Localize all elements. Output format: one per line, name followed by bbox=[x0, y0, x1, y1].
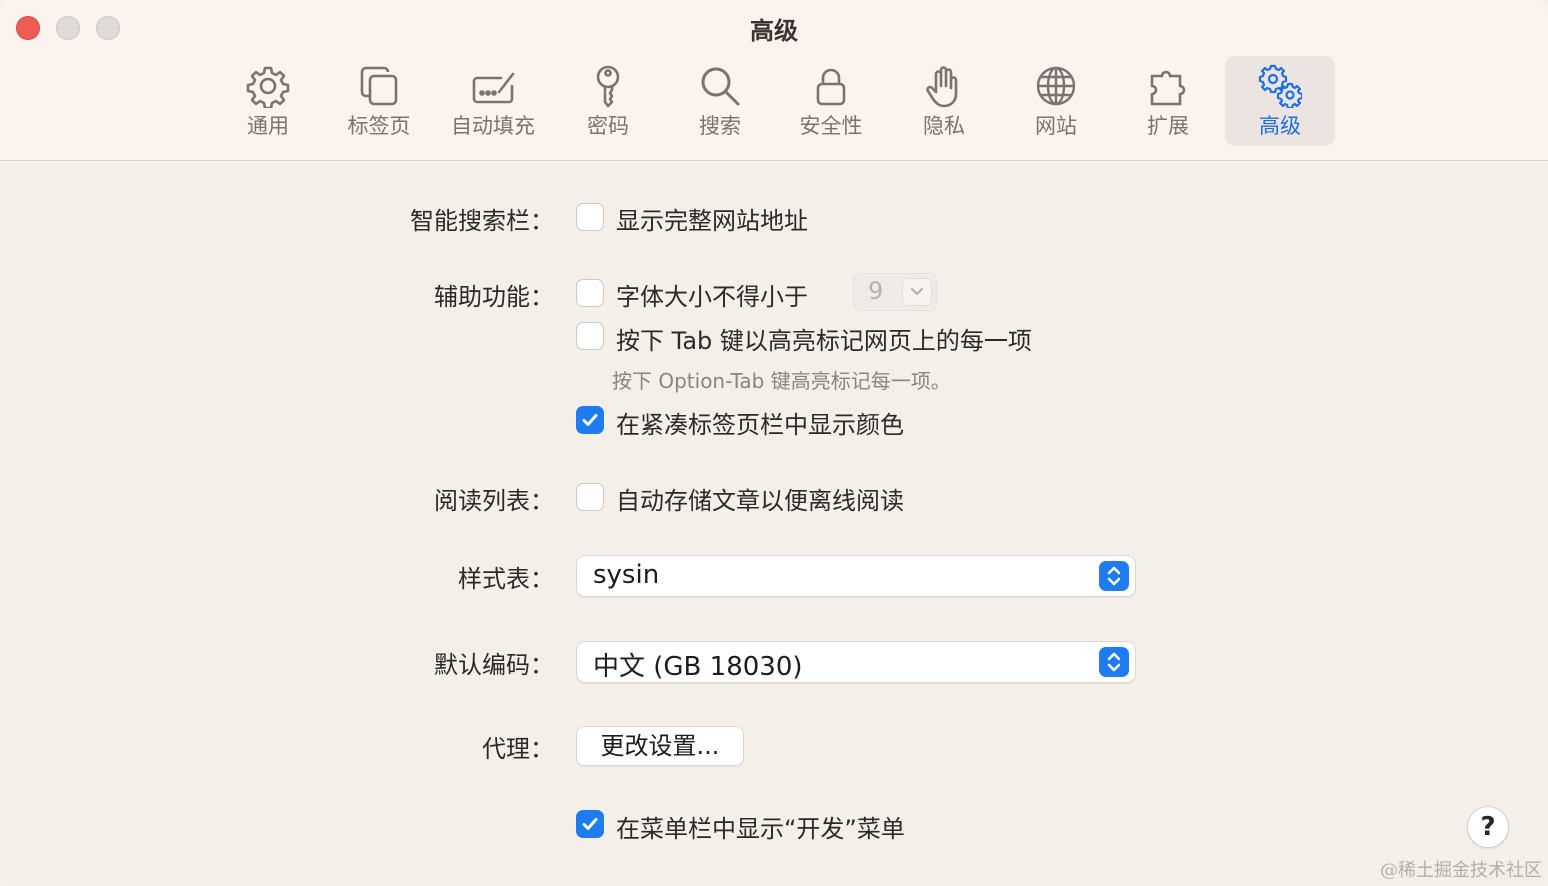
tab-passwords[interactable]: 密码 bbox=[553, 56, 663, 146]
titlebar: 高级 通用 标签页 自动填充 密码 搜索 安全性 隐私 网站 扩展 高级 bbox=[0, 0, 1548, 161]
tab-websites-label: 网站 bbox=[1035, 114, 1077, 138]
develop-menu-label[interactable]: 在菜单栏中显示“开发”菜单 bbox=[616, 809, 905, 844]
help-button[interactable]: ? bbox=[1467, 806, 1509, 848]
tab-search-label: 搜索 bbox=[699, 114, 741, 138]
tab-highlight-label[interactable]: 按下 Tab 键以高亮标记网页上的每一项 bbox=[616, 321, 1032, 356]
gear-icon bbox=[246, 66, 290, 108]
tab-passwords-label: 密码 bbox=[587, 114, 629, 138]
tab-advanced-label: 高级 bbox=[1259, 114, 1301, 138]
show-full-address-checkbox[interactable] bbox=[576, 203, 604, 231]
updown-chevron-icon bbox=[1099, 647, 1129, 677]
tab-general[interactable]: 通用 bbox=[213, 56, 323, 146]
hand-icon bbox=[926, 66, 958, 108]
preferences-window: 高级 通用 标签页 自动填充 密码 搜索 安全性 隐私 网站 扩展 高级 智能搜… bbox=[0, 0, 1548, 886]
checkmark-icon bbox=[582, 818, 598, 830]
watermark: @稀土掘金技术社区 bbox=[1380, 860, 1542, 881]
autofill-icon bbox=[472, 72, 515, 104]
min-font-size-label[interactable]: 字体大小不得小于 bbox=[616, 277, 808, 312]
updown-chevron-icon bbox=[1099, 561, 1129, 591]
stylesheet-select[interactable]: sysin bbox=[576, 555, 1136, 597]
tab-security-label: 安全性 bbox=[799, 114, 863, 138]
min-font-size-checkbox[interactable] bbox=[576, 279, 604, 307]
smart-search-label: 智能搜索栏： bbox=[410, 207, 554, 235]
accessibility-label: 辅助功能： bbox=[434, 283, 554, 311]
chevron-down-icon bbox=[902, 278, 932, 306]
tab-highlight-note: 按下 Option-Tab 键高亮标记每一项。 bbox=[612, 369, 951, 393]
tab-search[interactable]: 搜索 bbox=[665, 56, 775, 146]
tab-tabs-label: 标签页 bbox=[347, 114, 411, 138]
encoding-select[interactable]: 中文 (GB 18030) bbox=[576, 641, 1136, 683]
min-font-size-popup[interactable]: 9 bbox=[853, 273, 937, 311]
encoding-value: 中文 (GB 18030) bbox=[593, 652, 803, 682]
offline-reading-checkbox[interactable] bbox=[576, 483, 604, 511]
tab-extensions-label: 扩展 bbox=[1147, 114, 1189, 138]
checkmark-icon bbox=[582, 414, 598, 426]
compact-tab-colors-label[interactable]: 在紧凑标签页栏中显示颜色 bbox=[616, 405, 904, 440]
tab-privacy[interactable]: 隐私 bbox=[889, 56, 999, 146]
reading-list-label: 阅读列表： bbox=[434, 487, 554, 515]
show-full-address-label[interactable]: 显示完整网站地址 bbox=[616, 201, 808, 236]
window-title: 高级 bbox=[750, 17, 798, 45]
gears-icon bbox=[1258, 64, 1302, 108]
globe-icon bbox=[1036, 66, 1076, 106]
compact-tab-colors-checkbox[interactable] bbox=[576, 406, 604, 434]
tabs-icon bbox=[360, 66, 398, 106]
lock-icon bbox=[816, 68, 846, 106]
preferences-toolbar: 通用 标签页 自动填充 密码 搜索 安全性 隐私 网站 扩展 高级 bbox=[0, 56, 1548, 146]
tab-advanced[interactable]: 高级 bbox=[1225, 56, 1335, 146]
tab-tabs[interactable]: 标签页 bbox=[324, 56, 434, 146]
tab-general-label: 通用 bbox=[247, 114, 289, 138]
magnifier-icon bbox=[701, 67, 740, 106]
encoding-label: 默认编码： bbox=[434, 651, 554, 679]
offline-reading-label[interactable]: 自动存储文章以便离线阅读 bbox=[616, 481, 904, 516]
stylesheet-value: sysin bbox=[593, 560, 660, 590]
tab-autofill[interactable]: 自动填充 bbox=[438, 56, 548, 146]
puzzle-icon bbox=[1150, 70, 1186, 106]
tab-autofill-label: 自动填充 bbox=[451, 114, 535, 138]
tab-security[interactable]: 安全性 bbox=[776, 56, 886, 146]
tab-extensions[interactable]: 扩展 bbox=[1113, 56, 1223, 146]
tab-privacy-label: 隐私 bbox=[923, 114, 965, 138]
stylesheet-label: 样式表： bbox=[458, 565, 554, 593]
change-settings-button[interactable]: 更改设置... bbox=[576, 726, 744, 766]
develop-menu-checkbox[interactable] bbox=[576, 810, 604, 838]
tab-highlight-checkbox[interactable] bbox=[576, 322, 604, 350]
proxy-label: 代理： bbox=[482, 735, 554, 763]
key-icon bbox=[596, 65, 620, 108]
tab-websites[interactable]: 网站 bbox=[1001, 56, 1111, 146]
min-font-size-value: 9 bbox=[868, 277, 884, 305]
